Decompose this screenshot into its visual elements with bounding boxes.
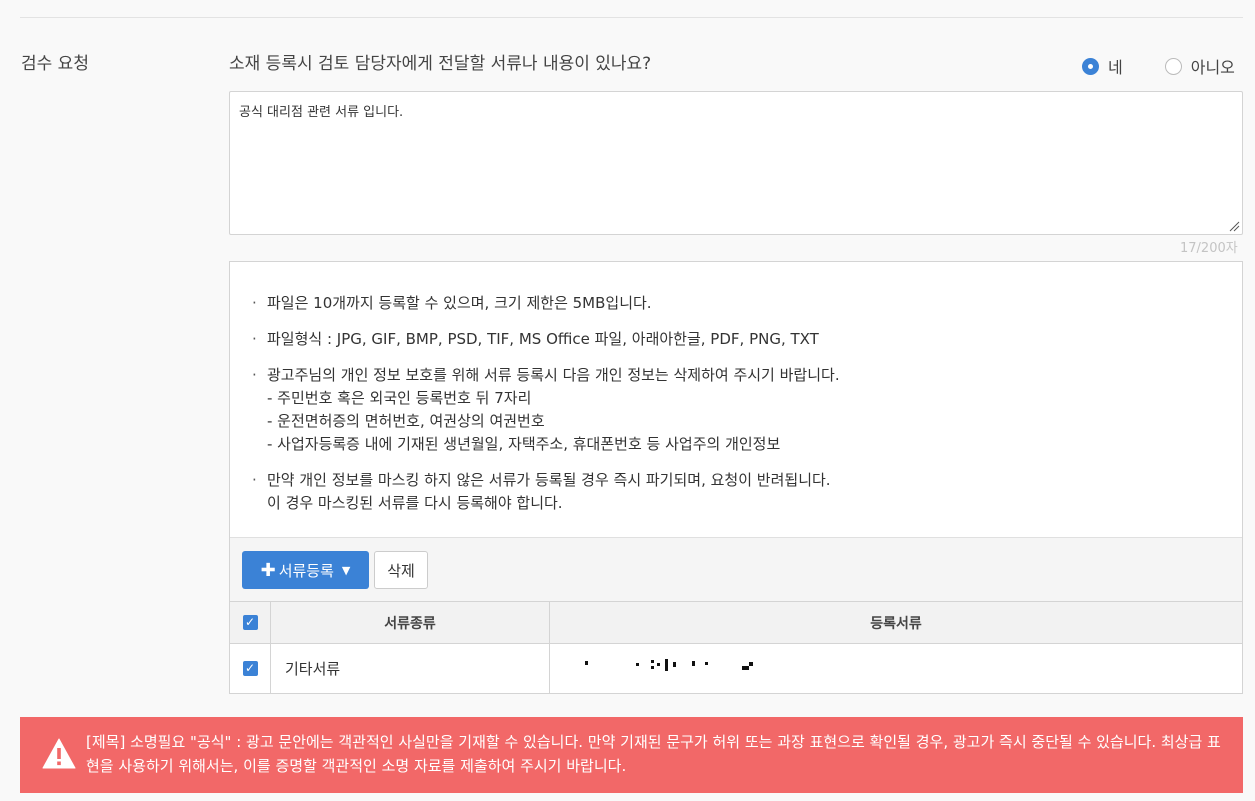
upload-notes: · 파일은 10개까지 등록할 수 있으며, 크기 제한은 5MB입니다. · … (252, 292, 840, 528)
select-all-checkbox[interactable]: ✓ (242, 615, 258, 630)
note-item: · 광고주님의 개인 정보 보호를 위해 서류 등록시 다음 개인 정보는 삭제… (252, 364, 840, 456)
redacted-mark (585, 661, 588, 665)
radio-unchecked-icon (1164, 57, 1182, 75)
review-radio-group: 네 아니오 (1082, 54, 1235, 78)
bullet-icon: · (252, 330, 257, 348)
note-text: 파일은 10개까지 등록할 수 있으며, 크기 제한은 5MB입니다. (267, 294, 652, 312)
warning-alert: [제목] 소명필요 "공식" : 광고 문안에는 객관적인 사실만을 기재할 수… (20, 717, 1243, 793)
section-divider (20, 17, 1243, 18)
warning-text: [제목] 소명필요 "공식" : 광고 문안에는 객관적인 사실만을 기재할 수… (86, 733, 1221, 775)
redacted-mark (636, 663, 639, 666)
redacted-mark (692, 661, 695, 666)
document-file-cell[interactable] (550, 644, 1242, 693)
redacted-mark (651, 666, 654, 669)
note-subtext: 이 경우 마스킹된 서류를 다시 등록해야 합니다. (267, 494, 563, 512)
document-toolbar: ✚ 서류등록 ▼ 삭제 (230, 537, 1242, 602)
section-label: 검수 요청 (21, 54, 89, 74)
delete-button[interactable]: 삭제 (374, 551, 428, 589)
row-check-cell: ✓ (230, 644, 271, 693)
review-textarea[interactable] (229, 91, 1243, 235)
char-count: 17/200자 (1180, 241, 1238, 256)
table-header-row: ✓ 서류종류 등록서류 (230, 602, 1242, 644)
radio-no-label: 아니오 (1190, 58, 1235, 77)
resize-grip-icon[interactable] (1228, 220, 1240, 232)
redacted-mark (673, 662, 676, 667)
document-type-cell: 기타서류 (271, 644, 550, 693)
plus-icon: ✚ (260, 559, 276, 581)
redacted-filename (550, 644, 770, 693)
note-text: 파일형식 : JPG, GIF, BMP, PSD, TIF, MS Offic… (267, 330, 819, 348)
chevron-down-icon: ▼ (341, 563, 351, 577)
redacted-mark (651, 660, 654, 663)
redacted-mark (665, 659, 668, 671)
radio-yes-label: 네 (1108, 58, 1123, 77)
bullet-icon: · (252, 294, 257, 312)
column-header-document: 등록서류 (870, 615, 922, 632)
table-row: ✓ 기타서류 (230, 644, 1242, 693)
bullet-icon: · (252, 471, 257, 489)
document-upload-panel: · 파일은 10개까지 등록할 수 있으며, 크기 제한은 5MB입니다. · … (229, 261, 1243, 694)
review-question: 소재 등록시 검토 담당자에게 전달할 서류나 내용이 있나요? (229, 54, 652, 74)
row-checkbox[interactable]: ✓ (242, 661, 258, 676)
note-item: · 파일형식 : JPG, GIF, BMP, PSD, TIF, MS Off… (252, 328, 840, 351)
note-text: 만약 개인 정보를 마스킹 하지 않은 서류가 등록될 경우 즉시 파기되며, … (267, 471, 831, 489)
header-check-cell: ✓ (230, 602, 271, 643)
register-document-button[interactable]: ✚ 서류등록 ▼ (242, 551, 369, 589)
register-document-label: 서류등록 (278, 561, 334, 580)
redacted-mark (705, 662, 708, 665)
document-table: ✓ 서류종류 등록서류 ✓ 기타서류 (230, 602, 1242, 693)
bullet-icon: · (252, 366, 257, 384)
column-header-type: 서류종류 (271, 602, 550, 643)
note-text: 광고주님의 개인 정보 보호를 위해 서류 등록시 다음 개인 정보는 삭제하여… (267, 366, 840, 384)
note-subtext: - 운전면허증의 면허번호, 여권상의 여권번호 (267, 412, 545, 430)
radio-checked-icon (1082, 57, 1099, 75)
note-item: · 파일은 10개까지 등록할 수 있으며, 크기 제한은 5MB입니다. (252, 292, 840, 315)
warning-icon (42, 738, 76, 769)
radio-yes[interactable]: 네 (1082, 54, 1123, 78)
note-item: · 만약 개인 정보를 마스킹 하지 않은 서류가 등록될 경우 즉시 파기되며… (252, 469, 840, 515)
redacted-mark (749, 662, 753, 666)
radio-no[interactable]: 아니오 (1164, 54, 1235, 78)
redacted-mark (742, 666, 749, 670)
note-subtext: - 사업자등록증 내에 기재된 생년월일, 자택주소, 휴대폰번호 등 사업주의… (267, 435, 781, 453)
note-subtext: - 주민번호 혹은 외국인 등록번호 뒤 7자리 (267, 389, 532, 407)
redacted-mark (657, 663, 660, 666)
